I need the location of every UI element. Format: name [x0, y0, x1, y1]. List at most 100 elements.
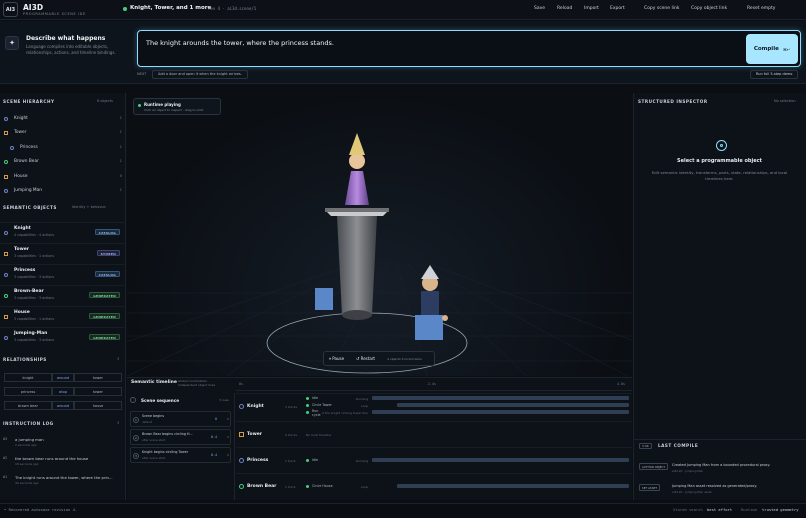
hierarchy-count: 1: [119, 159, 122, 163]
sparkle-icon: ✦: [5, 36, 19, 50]
reload-button[interactable]: Reload: [557, 6, 572, 11]
track-dot: [306, 397, 309, 400]
status-value: best effort: [707, 507, 733, 512]
sequence-cue[interactable]: 2 Brown Bear begins circling H... after …: [130, 429, 231, 445]
describe-description: Language compiles into editable objects,…: [26, 44, 116, 55]
timeline-row-count: 0 tracks: [285, 433, 298, 437]
catalog-badge: CATALOG: [94, 271, 120, 277]
structure-icon: [239, 432, 244, 437]
semantic-item-house[interactable]: House 3 capabilities · 1 actions GENERAT…: [0, 306, 126, 327]
save-button[interactable]: Save: [534, 6, 545, 11]
track-bar[interactable]: [372, 458, 629, 462]
pause-button[interactable]: ⏸ Pause: [329, 356, 344, 361]
run-demo-button[interactable]: Run full 5-step demo: [750, 70, 799, 79]
copy-scene-link-button[interactable]: Copy scene link: [644, 6, 679, 11]
timeline-row-knight[interactable]: Knight 3 tracks Idle Running Circle Towe…: [236, 393, 632, 421]
copy-object-link-button[interactable]: Copy object link: [691, 6, 727, 11]
semantic-item-princess[interactable]: Princess 3 capabilities · 3 actions CATA…: [0, 264, 126, 285]
compile-button[interactable]: Compile ⌘↵: [746, 34, 798, 64]
track-state: Loop: [361, 404, 369, 408]
relationship-row[interactable]: knight around tower: [2, 373, 124, 382]
semantic-item-jumping-man[interactable]: Jumping-Man 3 capabilities · 3 actions G…: [0, 327, 126, 348]
hierarchy-item-brown-bear[interactable]: Brown Bear 1: [0, 155, 126, 169]
restart-button[interactable]: ↺ Restart: [356, 356, 375, 361]
timeline-row-count: 3 tracks: [285, 405, 298, 409]
scene-title[interactable]: Knight, Tower, and 1 more: [130, 5, 211, 11]
describe-title: Describe what happens: [26, 35, 106, 42]
next-suggestion-chip[interactable]: Add a door and open it when the knight a…: [152, 70, 248, 79]
catalog-badge: CATALOG: [94, 229, 120, 235]
empty-timeline-text: No local timeline: [306, 433, 332, 437]
timeline-row-count: 1 track: [285, 485, 296, 489]
timeline-row-count: 1 track: [285, 459, 296, 463]
hierarchy-label: House: [14, 174, 28, 179]
tower-model[interactable]: [325, 208, 389, 320]
hierarchy-item-princess[interactable]: Princess 1: [0, 141, 126, 155]
timeline-row-name: Tower: [247, 432, 262, 437]
hierarchy-item-knight[interactable]: Knight 1: [0, 112, 126, 126]
cue-v2: 2: [227, 453, 229, 457]
inspector-heading: Select a programmable object: [677, 158, 762, 164]
semantic-item-knight[interactable]: Knight 4 capabilities · 4 actions CATALO…: [0, 222, 126, 243]
hierarchy-item-jumping-man[interactable]: Jumping Man 1: [0, 184, 126, 198]
reset-empty-button[interactable]: Reset empty: [747, 6, 775, 11]
person-icon: [4, 273, 8, 277]
princess-model[interactable]: [345, 133, 369, 205]
hierarchy-item-tower[interactable]: Tower 1: [0, 126, 126, 140]
relationship-subject: princess: [4, 387, 52, 396]
semantic-item-tower[interactable]: Tower 3 capabilities · 1 actions STORED: [0, 243, 126, 264]
log-id: #2: [3, 456, 8, 460]
semantic-item-brown-bear[interactable]: Brown-Bear 3 capabilities · 3 actions GE…: [0, 285, 126, 306]
track-bar[interactable]: [397, 403, 629, 407]
relationship-verb: atop: [52, 387, 74, 396]
import-button[interactable]: Import: [584, 6, 599, 11]
cue-number: 2: [133, 435, 139, 441]
playing-dot: [138, 104, 141, 107]
structure-icon: [4, 131, 8, 135]
log-item[interactable]: #2 the brown bear runs around the house …: [0, 453, 126, 470]
log-item[interactable]: #3 a jumping man 2 seconds ago: [0, 434, 126, 451]
timeline-row-name: Brown Bear: [247, 484, 277, 489]
cue-title: Knight begins circling Tower: [142, 450, 189, 454]
hierarchy-title: SCENE HIERARCHY: [3, 99, 55, 104]
relationship-subject: brown bear: [4, 401, 52, 410]
export-button[interactable]: Export: [610, 6, 625, 11]
track-bar[interactable]: [372, 396, 629, 400]
compile-status-badge: 3 OK: [639, 443, 652, 449]
scene-viewport[interactable]: [127, 93, 632, 376]
track-label: Circle Tower: [312, 403, 332, 407]
timeline-row-tower[interactable]: Tower 0 tracks No local timeline: [236, 421, 632, 447]
restart-label: Restart: [360, 356, 376, 361]
scene-revision: rev 4 · ai3d.scene/1: [208, 6, 257, 11]
relationship-row[interactable]: brown bear around house: [2, 401, 124, 410]
relationship-verb: around: [52, 373, 74, 382]
prompt-text[interactable]: The knight arounds the tower, where the …: [146, 39, 334, 47]
play-meta: 4 objects 5 local tracks: [387, 357, 422, 361]
status-label: Stored search: [673, 507, 703, 512]
relationship-row[interactable]: princess atop tower: [2, 387, 124, 396]
activity-text: Created Jumping Man from a bounded proce…: [672, 463, 771, 467]
cue-sub: default: [142, 420, 152, 424]
runtime-title: Runtime playing: [144, 102, 181, 107]
log-id: #1: [3, 475, 8, 479]
sequence-cue[interactable]: 3 Knight begins circling Tower after sce…: [130, 447, 231, 463]
hierarchy-item-house[interactable]: House 0: [0, 170, 126, 184]
track-bar[interactable]: [397, 484, 629, 488]
relationships-title: RELATIONSHIPS: [3, 357, 47, 362]
track-bar[interactable]: [372, 410, 629, 414]
semantic-name: Knight: [14, 226, 31, 231]
sequence-title: Scene sequence: [141, 398, 180, 403]
sequence-cue[interactable]: 1 Scene begins default 0 0: [130, 411, 231, 427]
person-icon: [4, 231, 8, 235]
track-dot: [306, 485, 309, 488]
timeline-row-brown-bear[interactable]: Brown Bear 1 track Circle House Loop: [236, 473, 632, 499]
log-text: The knight runs around the tower, where …: [15, 475, 113, 480]
knight-model[interactable]: [415, 265, 448, 340]
cue-sub: after scene start: [142, 456, 166, 460]
timeline-row-princess[interactable]: Princess 1 track Idle Running: [236, 447, 632, 473]
compile-label: Compile: [753, 46, 779, 52]
cube-model[interactable]: [315, 288, 333, 310]
track-dot: [306, 404, 309, 407]
log-item[interactable]: #1 The knight runs around the tower, whe…: [0, 472, 126, 489]
prompt-input[interactable]: [137, 30, 801, 67]
